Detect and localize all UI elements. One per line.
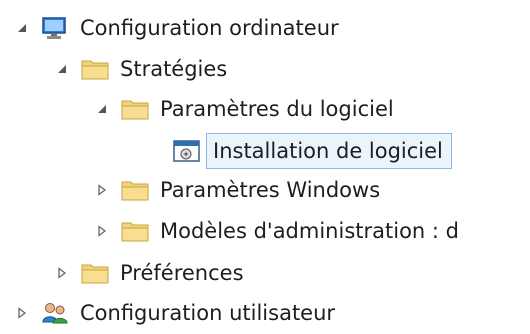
expanded-arrow-icon[interactable] <box>12 8 32 48</box>
collapsed-arrow-icon[interactable] <box>92 170 112 210</box>
tree-node-label: Paramètres Windows <box>160 178 381 202</box>
tree-node-parametres-du-logiciel[interactable]: Paramètres du logiciel <box>92 89 394 129</box>
tree-node-installation-de-logiciel[interactable]: Installation de logiciel <box>152 131 452 171</box>
folder-icon <box>80 56 110 82</box>
collapsed-arrow-icon[interactable] <box>52 253 72 293</box>
tree-node-preferences[interactable]: Préférences <box>52 253 244 293</box>
tree-node-label: Configuration ordinateur <box>80 16 339 40</box>
tree-node-configuration-ordinateur[interactable]: Configuration ordinateur <box>12 8 339 48</box>
group-policy-tree: Configuration ordinateur Stratégies Para… <box>0 0 530 334</box>
tree-node-label: Paramètres du logiciel <box>160 97 394 121</box>
tree-node-label: Stratégies <box>120 57 228 81</box>
tree-node-label: Modèles d'administration : d <box>160 219 459 243</box>
folder-icon <box>120 177 150 203</box>
tree-node-label: Configuration utilisateur <box>80 301 336 325</box>
tree-node-strategies[interactable]: Stratégies <box>52 49 227 89</box>
no-expander <box>152 131 172 171</box>
tree-node-label: Installation de logiciel <box>206 133 452 169</box>
users-icon <box>40 300 70 326</box>
tree-node-modeles-d-administration[interactable]: Modèles d'administration : d <box>92 211 459 251</box>
expanded-arrow-icon[interactable] <box>52 49 72 89</box>
folder-icon <box>120 218 150 244</box>
tree-node-label: Préférences <box>120 261 244 285</box>
tree-node-parametres-windows[interactable]: Paramètres Windows <box>92 170 380 210</box>
collapsed-arrow-icon[interactable] <box>12 293 32 333</box>
folder-icon <box>120 96 150 122</box>
software-install-icon <box>172 138 202 164</box>
tree-node-configuration-utilisateur[interactable]: Configuration utilisateur <box>12 293 335 333</box>
collapsed-arrow-icon[interactable] <box>92 211 112 251</box>
computer-icon <box>40 15 70 41</box>
expanded-arrow-icon[interactable] <box>92 89 112 129</box>
folder-icon <box>80 260 110 286</box>
